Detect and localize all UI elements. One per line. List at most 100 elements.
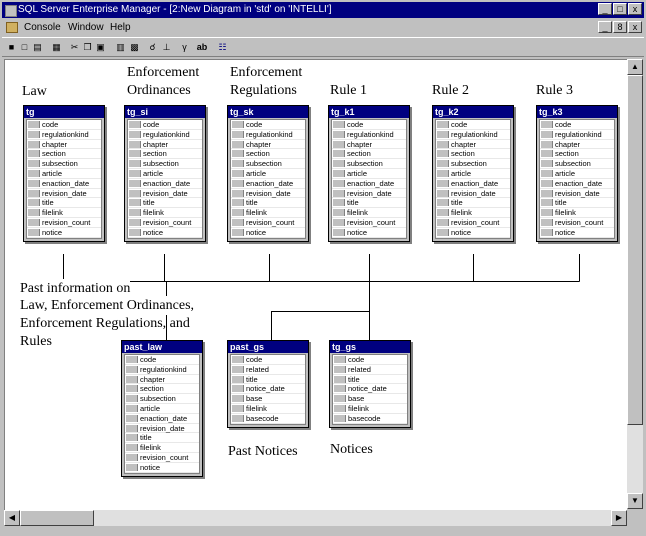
row-selector[interactable] [129, 218, 141, 226]
row-selector[interactable] [541, 130, 553, 138]
row-selector[interactable] [28, 121, 40, 128]
column-row[interactable]: notice_date [231, 384, 305, 395]
row-selector[interactable] [28, 218, 40, 226]
row-selector[interactable] [28, 169, 40, 177]
row-selector[interactable] [129, 169, 141, 177]
row-selector[interactable] [126, 375, 138, 383]
vertical-scrollbar[interactable]: ▲ ▼ [627, 59, 643, 509]
menu-window[interactable]: Window [68, 19, 104, 36]
copy-icon[interactable]: ❐ [81, 41, 94, 53]
row-selector[interactable] [232, 356, 244, 363]
menu-console[interactable]: Console [24, 19, 61, 36]
row-selector[interactable] [541, 189, 553, 197]
row-selector[interactable] [232, 365, 244, 373]
column-row[interactable]: chapter [540, 140, 614, 150]
scroll-down-button[interactable]: ▼ [627, 493, 643, 509]
row-selector[interactable] [232, 228, 244, 236]
mdi-close-button[interactable]: x [628, 21, 642, 33]
column-row[interactable]: article [125, 404, 199, 414]
row-selector[interactable] [333, 160, 345, 168]
column-row[interactable]: regulationkind [27, 130, 101, 140]
column-row[interactable]: section [332, 149, 406, 160]
row-selector[interactable] [333, 189, 345, 197]
row-selector[interactable] [437, 150, 449, 158]
column-row[interactable]: article [332, 169, 406, 179]
column-row[interactable]: code [27, 120, 101, 130]
text-annotation-icon[interactable]: ab [194, 41, 210, 53]
table-tg-k2[interactable]: tg_k2 code regulationkind chapter section sub… [432, 105, 514, 242]
table-header[interactable]: tg_si [125, 106, 205, 118]
title-bar[interactable]: SQL Server Enterprise Manager - [2:New D… [2, 2, 644, 18]
column-row[interactable]: revision_count [231, 218, 305, 228]
row-selector[interactable] [541, 140, 553, 148]
new-icon[interactable]: □ [18, 41, 31, 53]
column-row[interactable]: filelink [231, 208, 305, 218]
row-selector[interactable] [126, 414, 138, 422]
column-row[interactable]: filelink [125, 443, 199, 453]
cut-icon[interactable]: ✂ [68, 41, 81, 53]
table-header[interactable]: past_law [122, 341, 202, 353]
row-selector[interactable] [126, 453, 138, 461]
column-row[interactable]: chapter [27, 140, 101, 150]
row-selector[interactable] [126, 424, 138, 432]
column-row[interactable]: basecode [333, 414, 407, 424]
column-row[interactable]: filelink [128, 208, 202, 218]
column-row[interactable]: revision_count [540, 218, 614, 228]
row-selector[interactable] [333, 218, 345, 226]
column-row[interactable]: notice [27, 228, 101, 238]
row-selector[interactable] [333, 209, 345, 217]
index-icon[interactable]: γ [178, 41, 191, 53]
column-row[interactable]: article [540, 169, 614, 179]
column-row[interactable]: code [333, 355, 407, 365]
column-row[interactable]: code [332, 120, 406, 130]
row-selector[interactable] [28, 228, 40, 236]
row-selector[interactable] [232, 130, 244, 138]
row-selector[interactable] [334, 395, 346, 403]
minimize-button[interactable]: _ [598, 3, 612, 15]
column-row[interactable]: notice [125, 463, 199, 473]
column-row[interactable]: revision_date [231, 189, 305, 199]
column-row[interactable]: enaction_date [27, 179, 101, 189]
column-row[interactable]: section [27, 149, 101, 160]
row-selector[interactable] [541, 228, 553, 236]
paste-icon[interactable]: ▣ [94, 41, 107, 53]
row-selector[interactable] [28, 179, 40, 187]
column-row[interactable]: article [27, 169, 101, 179]
column-row[interactable]: enaction_date [231, 179, 305, 189]
column-row[interactable]: filelink [436, 208, 510, 218]
diagram-canvas[interactable]: Law Enforcement Ordinances Enforcement R… [4, 59, 627, 510]
row-selector[interactable] [28, 189, 40, 197]
row-selector[interactable] [334, 404, 346, 412]
table-tg[interactable]: tg code regulationkind chapter section subsec… [23, 105, 105, 242]
table-header[interactable]: tg [24, 106, 104, 118]
console-icon[interactable] [6, 22, 18, 33]
diagram-icon[interactable]: ☷ [216, 41, 229, 53]
row-selector[interactable] [334, 365, 346, 373]
row-selector[interactable] [437, 199, 449, 207]
vertical-scroll-thumb[interactable] [627, 75, 643, 425]
row-selector[interactable] [232, 218, 244, 226]
column-row[interactable]: code [125, 355, 199, 365]
row-selector[interactable] [334, 385, 346, 393]
column-row[interactable]: enaction_date [436, 179, 510, 189]
column-row[interactable]: enaction_date [332, 179, 406, 189]
table-tg-k3[interactable]: tg_k3 code regulationkind chapter section sub… [536, 105, 618, 242]
column-row[interactable]: regulationkind [231, 130, 305, 140]
row-selector[interactable] [126, 404, 138, 412]
row-selector[interactable] [232, 385, 244, 393]
row-selector[interactable] [232, 395, 244, 403]
row-selector[interactable] [126, 463, 138, 471]
table-tg-si[interactable]: tg_si code regulationkind chapter section sub… [124, 105, 206, 242]
scroll-up-button[interactable]: ▲ [627, 59, 643, 75]
row-selector[interactable] [232, 404, 244, 412]
row-selector[interactable] [541, 179, 553, 187]
column-row[interactable]: title [231, 198, 305, 209]
row-selector[interactable] [333, 150, 345, 158]
row-selector[interactable] [28, 199, 40, 207]
table-tg-sk[interactable]: tg_sk code regulationkind chapter section sub… [227, 105, 309, 242]
column-row[interactable]: notice [332, 228, 406, 238]
column-row[interactable]: code [231, 120, 305, 130]
column-row[interactable]: title [333, 375, 407, 385]
column-row[interactable]: regulationkind [332, 130, 406, 140]
column-row[interactable]: revision_count [332, 218, 406, 228]
